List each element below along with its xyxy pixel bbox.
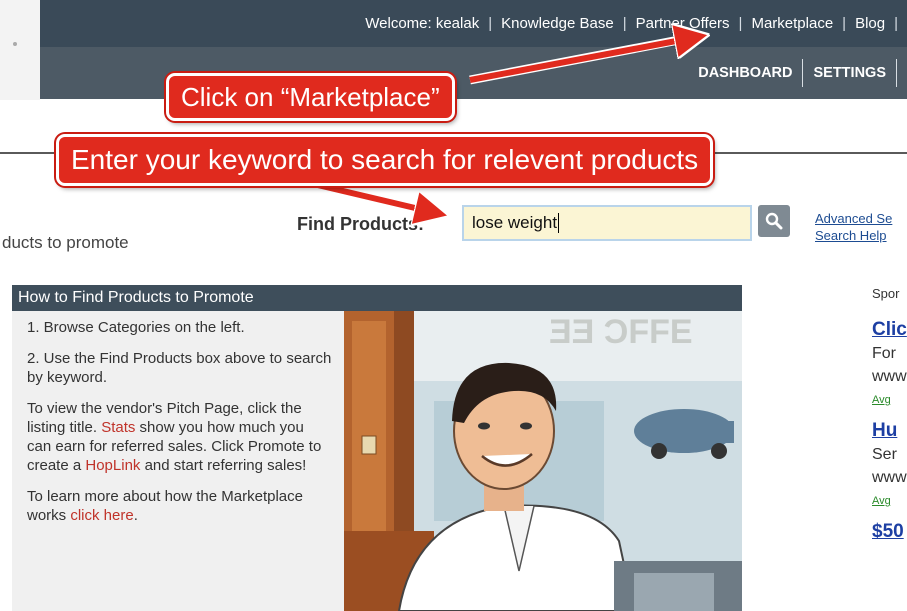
arrow-to-marketplace [469, 38, 692, 83]
arrow-to-search [304, 179, 432, 212]
callout-marketplace: Click on “Marketplace” [166, 73, 455, 121]
callout-keyword: Enter your keyword to search for releven… [56, 134, 714, 186]
